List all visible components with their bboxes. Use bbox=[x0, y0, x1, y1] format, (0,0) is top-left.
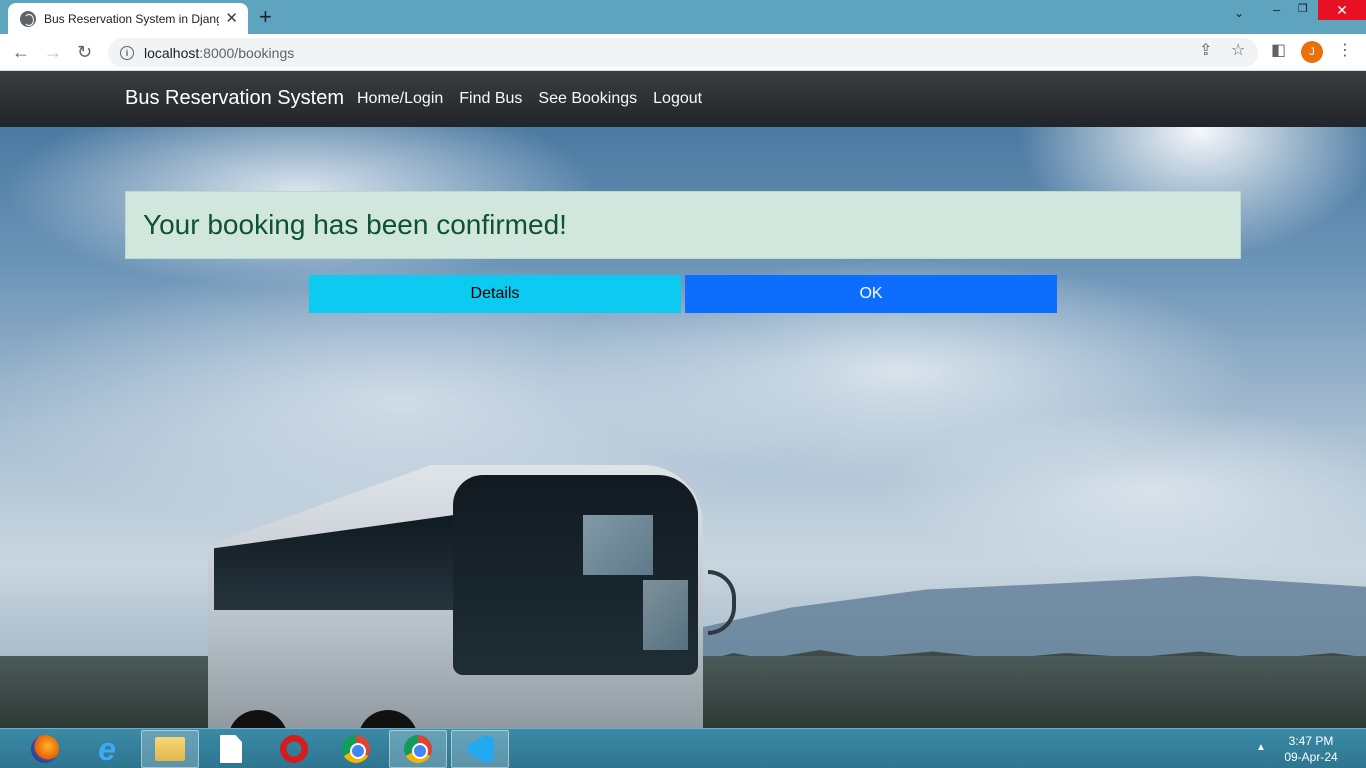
ok-button[interactable]: OK bbox=[685, 275, 1057, 313]
alert-message: Your booking has been confirmed! bbox=[143, 209, 567, 240]
vscode-icon bbox=[466, 735, 494, 763]
taskbar-notepad[interactable] bbox=[202, 730, 260, 768]
clock-time: 3:47 PM bbox=[1288, 734, 1334, 748]
nav-link-home-login[interactable]: Home/Login bbox=[357, 90, 443, 108]
share-icon[interactable]: ⇪ bbox=[1199, 40, 1212, 60]
chrome-icon bbox=[342, 735, 370, 763]
file-icon bbox=[220, 735, 242, 763]
globe-icon bbox=[20, 10, 36, 27]
bookmark-star-icon[interactable]: ☆ bbox=[1231, 40, 1245, 60]
bus-windshield bbox=[453, 475, 698, 675]
address-bar[interactable]: i localhost:8000/bookings bbox=[108, 38, 1258, 67]
taskbar-chrome[interactable] bbox=[327, 730, 385, 768]
folder-icon bbox=[155, 737, 185, 761]
browser-tab[interactable]: Bus Reservation System in Django ✕ bbox=[8, 3, 248, 34]
profile-avatar[interactable]: J bbox=[1301, 41, 1323, 63]
side-panel-icon[interactable]: ◧ bbox=[1271, 40, 1286, 60]
bus-mirror bbox=[708, 570, 736, 635]
taskbar-chrome-active[interactable] bbox=[389, 730, 447, 768]
browser-toolbar: ← → ↻ i localhost:8000/bookings ⇪ ☆ ◧ ⋮ bbox=[0, 34, 1366, 71]
bus-image bbox=[208, 445, 748, 728]
site-info-icon[interactable]: i bbox=[120, 45, 134, 60]
window-close-button[interactable]: ✕ bbox=[1318, 0, 1366, 20]
taskbar-file-explorer[interactable] bbox=[141, 730, 199, 768]
taskbar-opera[interactable] bbox=[265, 730, 323, 768]
clock-date: 09-Apr-24 bbox=[1284, 750, 1338, 764]
internet-explorer-icon: e bbox=[98, 730, 116, 767]
taskbar-vscode[interactable] bbox=[451, 730, 509, 768]
chrome-icon bbox=[404, 735, 432, 763]
background-hills bbox=[690, 576, 1366, 666]
navbar-brand[interactable]: Bus Reservation System bbox=[125, 87, 344, 110]
nav-link-see-bookings[interactable]: See Bookings bbox=[538, 90, 637, 108]
nav-link-find-bus[interactable]: Find Bus bbox=[459, 90, 522, 108]
browser-tabstrip: Bus Reservation System in Django ✕ + ⌄ –… bbox=[0, 0, 1366, 34]
bus-door-glass bbox=[643, 580, 688, 650]
navbar-links: Home/Login Find Bus See Bookings Logout bbox=[357, 90, 702, 108]
address-url[interactable]: localhost:8000/bookings bbox=[144, 45, 294, 61]
forward-arrow-icon[interactable]: → bbox=[44, 41, 62, 63]
site-navbar: Bus Reservation System Home/Login Find B… bbox=[0, 71, 1366, 127]
opera-icon bbox=[280, 735, 308, 763]
page-viewport: Bus Reservation System Home/Login Find B… bbox=[0, 71, 1366, 728]
tab-title: Bus Reservation System in Django bbox=[44, 11, 220, 26]
bus-glass-reflection bbox=[583, 515, 653, 575]
new-tab-button[interactable]: + bbox=[259, 5, 272, 29]
details-button[interactable]: Details bbox=[309, 275, 681, 313]
taskbar-clock[interactable]: 3:47 PM 09-Apr-24 bbox=[1280, 733, 1342, 765]
url-host: localhost bbox=[144, 44, 200, 61]
windows-taskbar: e bbox=[0, 728, 1366, 768]
firefox-icon bbox=[31, 735, 59, 763]
minimize-icon[interactable]: – bbox=[1273, 2, 1280, 17]
back-arrow-icon[interactable]: ← bbox=[12, 41, 30, 63]
url-path: :8000/bookings bbox=[199, 44, 295, 61]
taskbar-internet-explorer[interactable]: e bbox=[78, 730, 136, 768]
tab-close-icon[interactable]: ✕ bbox=[225, 11, 238, 26]
reload-icon[interactable]: ↻ bbox=[77, 41, 92, 63]
booking-confirmed-alert: Your booking has been confirmed! bbox=[125, 191, 1241, 259]
nav-link-logout[interactable]: Logout bbox=[653, 90, 702, 108]
restore-icon[interactable]: ❐ bbox=[1298, 2, 1308, 15]
menu-kebab-icon[interactable]: ⋮ bbox=[1337, 40, 1353, 60]
tab-search-chevron-icon[interactable]: ⌄ bbox=[1234, 6, 1244, 20]
tray-expand-icon[interactable]: ▲ bbox=[1256, 742, 1266, 753]
taskbar-firefox[interactable] bbox=[16, 730, 74, 768]
